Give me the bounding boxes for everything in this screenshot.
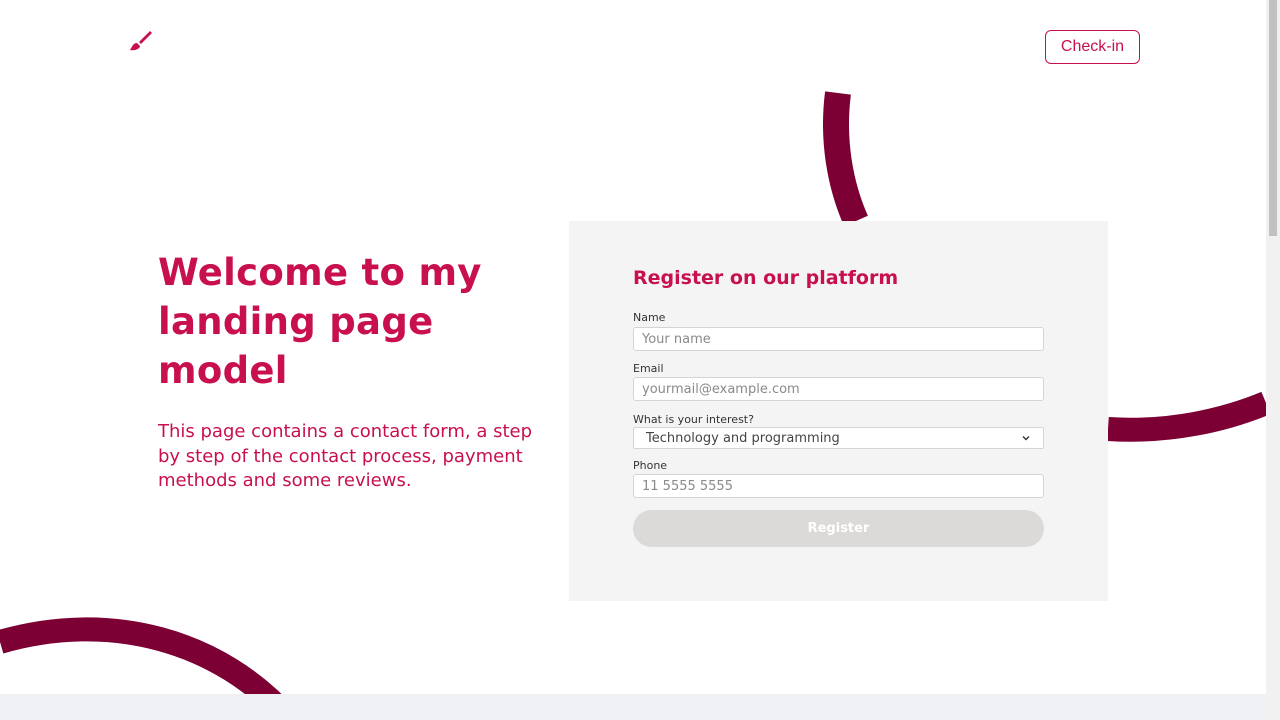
interest-selected-value: Technology and programming [646,430,840,446]
register-form-card: Register on our platform Name Email What… [569,221,1108,601]
email-label: Email [633,362,664,375]
chevron-down-icon [1022,436,1030,441]
scrollbar-thumb[interactable] [1269,0,1277,236]
checkin-button[interactable]: Check-in [1045,30,1140,64]
phone-label: Phone [633,459,668,472]
hero-title: Welcome to my landing page model [158,251,482,392]
register-button[interactable]: Register [633,510,1044,547]
footer-band [0,694,1266,720]
interest-label: What is your interest? [633,413,754,426]
landing-page: Check-in Welcome to my landing page mode… [0,0,1266,720]
name-input[interactable] [633,327,1044,351]
page-scrollbar[interactable] [1266,0,1280,720]
form-title: Register on our platform [633,267,899,289]
name-label: Name [633,311,666,324]
top-arc [823,91,868,227]
email-input[interactable] [633,377,1044,401]
hero-description: This page contains a contact form, a ste… [158,421,533,491]
right-arc [1107,391,1266,442]
phone-input[interactable] [633,474,1044,498]
interest-select[interactable]: Technology and programming [633,427,1044,449]
paintbrush-icon[interactable] [128,29,154,53]
